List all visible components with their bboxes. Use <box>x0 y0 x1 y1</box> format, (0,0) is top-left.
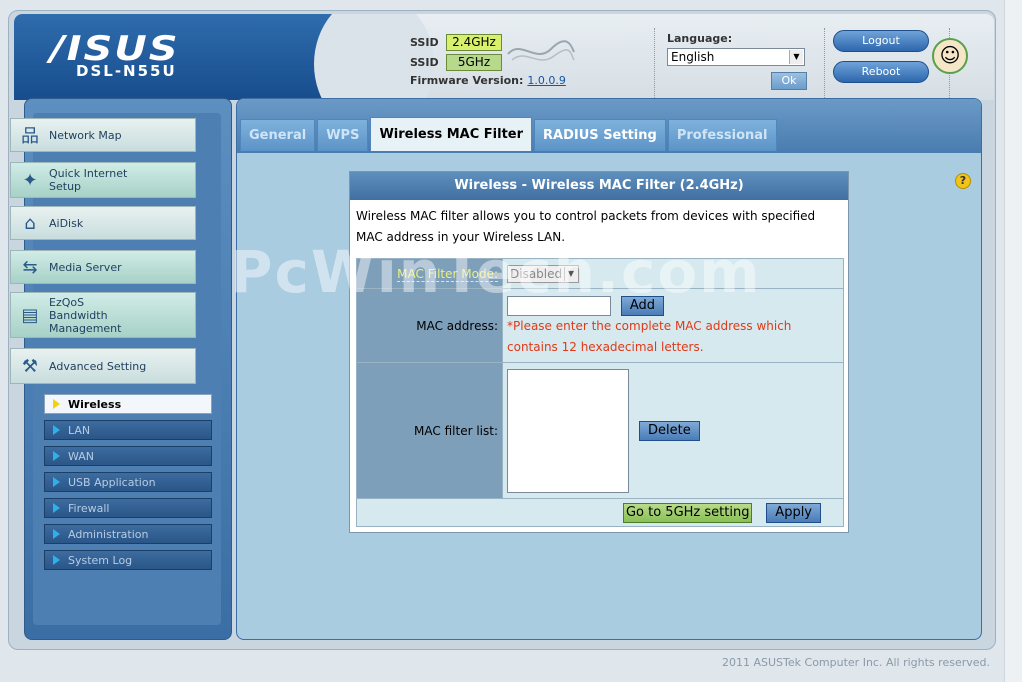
language-select[interactable]: English ▼ <box>667 48 805 66</box>
ssid-label: SSID <box>410 55 439 69</box>
sidebar-item-media-server[interactable]: ⇆ Media Server <box>10 250 196 284</box>
firmware-link[interactable]: 1.0.0.9 <box>527 74 565 87</box>
arrow-right-icon <box>53 477 60 487</box>
sidebar-sub-usb-application[interactable]: USB Application <box>44 472 212 492</box>
footer-copyright: 2011 ASUSTek Computer Inc. All rights re… <box>722 656 990 669</box>
sidebar-item-ezqos[interactable]: ▤ EzQoS Bandwidth Management <box>10 292 196 338</box>
header-buttons: Logout Reboot <box>824 28 950 100</box>
ssid-label: SSID <box>410 35 439 49</box>
arrow-right-icon <box>53 529 60 539</box>
sidebar-sub-administration[interactable]: Administration <box>44 524 212 544</box>
network-map-icon: 品 <box>21 126 39 147</box>
mascot-avatar-icon: ☺ <box>932 38 968 74</box>
disk-icon: ⌂ <box>24 212 36 234</box>
mac-address-warning: *Please enter the complete MAC address w… <box>507 318 792 354</box>
tools-icon: ⚒ <box>21 355 39 377</box>
language-ok-button[interactable]: Ok <box>771 72 807 90</box>
arrow-right-icon <box>53 425 60 435</box>
go-to-5ghz-button[interactable]: Go to 5GHz setting <box>622 502 753 523</box>
mac-filter-list-label: MAC filter list: <box>356 362 503 499</box>
sidebar-item-advanced-setting[interactable]: ⚒ Advanced Setting <box>10 348 196 384</box>
ssid-5ghz[interactable]: 5GHz <box>446 53 502 71</box>
sidebar-sub-firewall[interactable]: Firewall <box>44 498 212 518</box>
arrow-right-icon <box>53 399 60 409</box>
sidebar-sub-system-log[interactable]: System Log <box>44 550 212 570</box>
mac-filter-panel: Wireless - Wireless MAC Filter (2.4GHz) … <box>349 171 849 533</box>
arrow-right-icon <box>53 555 60 565</box>
sidebar-sub-lan[interactable]: LAN <box>44 420 212 440</box>
mac-filter-listbox[interactable] <box>507 368 629 493</box>
delete-button[interactable]: Delete <box>639 420 700 441</box>
scrollbar[interactable] <box>1004 0 1022 682</box>
sidebar-item-network-map[interactable]: 品 Network Map <box>10 118 196 152</box>
qos-icon: ▤ <box>21 304 39 326</box>
ssid-24ghz[interactable]: 2.4GHz <box>446 33 502 51</box>
model-name: DSL-N55U <box>76 62 177 80</box>
media-server-icon: ⇆ <box>22 256 38 278</box>
logout-button[interactable]: Logout <box>833 30 929 52</box>
tab-bar: General WPS Wireless MAC Filter RADIUS S… <box>240 117 779 151</box>
arrow-right-icon <box>53 503 60 513</box>
language-label: Language: <box>667 32 733 45</box>
sidebar-sub-wan[interactable]: WAN <box>44 446 212 466</box>
tab-radius-setting[interactable]: RADIUS Setting <box>534 119 666 151</box>
tab-wireless-mac-filter[interactable]: Wireless MAC Filter <box>370 117 533 151</box>
arrow-right-icon <box>53 451 60 461</box>
sidebar-item-aidisk[interactable]: ⌂ AiDisk <box>10 206 196 240</box>
help-icon[interactable]: ? <box>955 173 971 189</box>
language-box: Language: English ▼ Ok <box>654 28 824 100</box>
wand-icon: ✦ <box>22 169 38 191</box>
tab-professional[interactable]: Professional <box>667 119 777 151</box>
header: /ISUS DSL-N55U SSID 2.4GHz SSID 5GHz Fir… <box>14 14 994 100</box>
apply-button[interactable]: Apply <box>766 502 821 523</box>
panel-title: Wireless - Wireless MAC Filter (2.4GHz) <box>350 172 848 200</box>
wireless-wave-icon <box>507 40 575 61</box>
chevron-down-icon: ▼ <box>789 50 803 64</box>
main-content: General WPS Wireless MAC Filter RADIUS S… <box>236 98 982 640</box>
watermark: PcWinTech.com <box>230 238 762 306</box>
sidebar-item-quick-internet-setup[interactable]: ✦ Quick Internet Setup <box>10 162 196 198</box>
sidebar-sub-wireless[interactable]: Wireless <box>44 394 212 414</box>
tab-wps[interactable]: WPS <box>317 119 369 151</box>
reboot-button[interactable]: Reboot <box>833 61 929 83</box>
firmware-version: Firmware Version: 1.0.0.9 <box>410 74 566 87</box>
tab-general[interactable]: General <box>240 119 316 151</box>
